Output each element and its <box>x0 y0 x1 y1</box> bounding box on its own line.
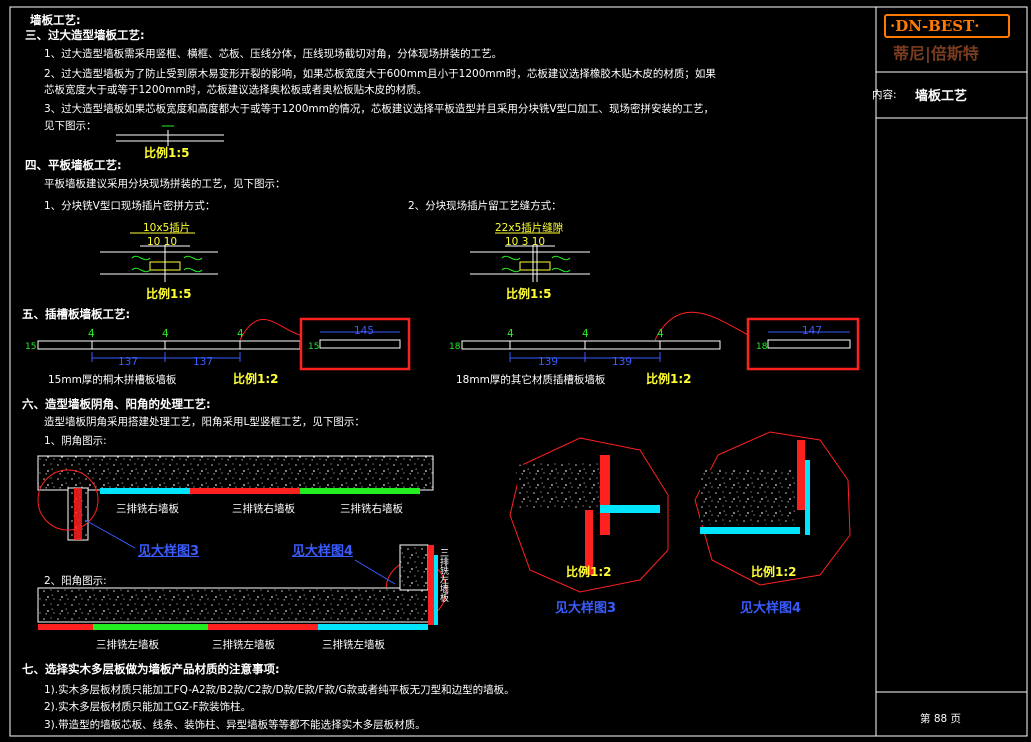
s5-scale-1: 比例1:2 <box>233 372 279 386</box>
content-label: 内容: <box>872 89 897 101</box>
s3-scale: 比例1:5 <box>144 146 190 160</box>
s4-scale-1: 比例1:5 <box>146 287 192 301</box>
s6-detail-3-caption: 见大样图3 <box>555 601 617 616</box>
s3-line-3: 芯板宽度大于或等于1200mm时，芯板建议选择奥松板或者奥松板贴木皮的材质。 <box>44 84 428 96</box>
logo-text: ·DN-BEST· <box>890 17 980 35</box>
s6-label-l2: 三排铣左墙板 <box>212 639 275 651</box>
s3-line-5: 见下图示： <box>44 120 97 132</box>
s4-label-1: 10x5插片 <box>143 222 191 234</box>
s5-dim-145: 145 <box>354 325 375 337</box>
s5-dim-4c: 4 <box>237 328 244 340</box>
s6-title: 六、造型墙板阴角、阳角的处理工艺: <box>22 397 211 411</box>
s4-title: 四、平板墙板工艺: <box>25 158 122 172</box>
s6-fig2-title: 2、阳角图示: <box>44 575 107 587</box>
s6-see-detail-3: 见大样图3 <box>138 544 200 559</box>
s4-fig2-title: 2、分块现场插片留工艺缝方式： <box>408 200 562 212</box>
s6-label-r3: 三排铣右墙板 <box>340 503 403 515</box>
s5-dim-4a: 4 <box>88 328 95 340</box>
page-number: 第 88 页 <box>920 713 962 725</box>
s5-dim-15b: 15 <box>308 342 320 352</box>
s5-dim-18b: 18 <box>756 342 768 352</box>
s6-scale-4: 比例1:2 <box>751 565 797 579</box>
s3-joint-sketch <box>116 125 224 146</box>
s6-detail-4 <box>694 431 851 586</box>
s7-line-3: 3).带造型的墙板芯板、线条、装饰柱、异型墙板等等都不能选择实木多层板材质。 <box>44 719 426 731</box>
s6-scale-3: 比例1:2 <box>566 565 612 579</box>
s7-line-1: 1).实木多层板材质只能加工FQ-A2款/B2款/C2款/D款/E款/F款/G款… <box>44 684 515 696</box>
s4-dim-1: 10 10 <box>147 236 178 248</box>
content-value: 墙板工艺 <box>915 89 968 104</box>
s4-fig1-title: 1、分块铣V型口现场插片密拼方式： <box>44 200 216 212</box>
s5-dim-137a: 137 <box>118 356 139 368</box>
s5-dim-4e: 4 <box>582 328 589 340</box>
s5-dim-4f: 4 <box>657 328 664 340</box>
s3-title: 三、过大造型墙板工艺: <box>25 28 145 42</box>
s5-dim-147: 147 <box>802 325 823 337</box>
s5-dim-137b: 137 <box>193 356 214 368</box>
s5-dim-15a: 15 <box>25 342 37 352</box>
s5-title: 五、插槽板墙板工艺: <box>22 307 131 321</box>
s3-line-4: 3、过大造型墙板如果芯板宽度和高度都大于或等于1200mm的情况，芯板建议选择平… <box>44 103 715 115</box>
s6-label-l1: 三排铣左墙板 <box>96 639 159 651</box>
s6-label-r1: 三排铣右墙板 <box>116 503 179 515</box>
s6-see-detail-4: 见大样图4 <box>292 544 354 559</box>
s5-dim-139b: 139 <box>612 356 633 368</box>
s7-title: 七、选择实木多层板做为墙板产品材质的注意事项: <box>22 662 280 676</box>
s6-label-l3: 三排铣左墙板 <box>322 639 385 651</box>
s5-caption-1: 15mm厚的桐木拼槽板墙板 <box>48 374 177 386</box>
s5-dim-18a: 18 <box>449 342 461 352</box>
s3-line-1: 1、过大造型墙板需采用竖框、横框、芯板、压线分体，压线现场截切对角，分体现场拼装… <box>44 48 503 60</box>
s4-dim-2: 10 3 10 <box>505 236 546 248</box>
s3-line-2: 2、过大造型墙板为了防止受到原木易变形开裂的影响，如果芯板宽度大于600mm且小… <box>44 68 716 80</box>
s6-label-r2: 三排铣右墙板 <box>232 503 295 515</box>
s5-dim-4b: 4 <box>162 328 169 340</box>
s5-scale-2: 比例1:2 <box>646 372 692 386</box>
s6-detail-4-caption: 见大样图4 <box>740 601 802 616</box>
s5-caption-2: 18mm厚的其它材质插槽板墙板 <box>456 374 606 386</box>
s6-vertical-label: 三排铣左墙板 <box>438 548 448 602</box>
s4-scale-2: 比例1:5 <box>506 287 552 301</box>
s4-line-1: 平板墙板建议采用分块现场拼装的工艺，见下图示： <box>44 178 286 190</box>
s5-dim-4d: 4 <box>507 328 514 340</box>
doc-heading: 墙板工艺: <box>30 13 81 27</box>
s6-fig1-title: 1、阴角图示: <box>44 435 107 447</box>
s6-line-1: 造型墙板阴角采用搭建处理工艺，阳角采用L型竖框工艺，见下图示： <box>44 416 365 428</box>
s5-dim-139a: 139 <box>538 356 559 368</box>
logo-subtext: 蒂尼|倍斯特 <box>893 44 979 63</box>
s7-line-2: 2).实木多层板材质只能加工GZ-F款装饰柱。 <box>44 701 252 713</box>
s4-label-2: 22x5插片缝隙 <box>495 222 564 234</box>
